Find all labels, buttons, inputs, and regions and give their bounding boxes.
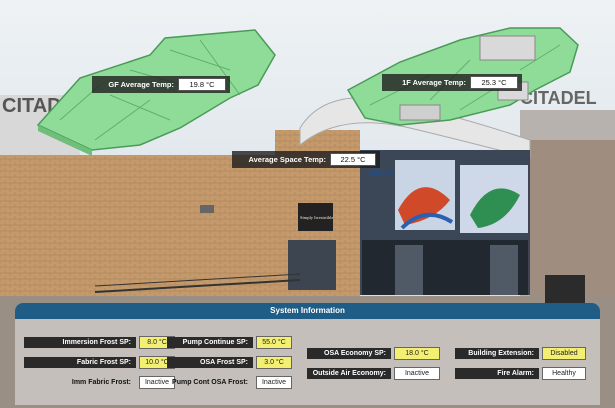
system-information-panel: System Information Immersion Frost SP: 8… <box>15 303 600 405</box>
panel-title: System Information <box>15 303 600 319</box>
pump-cont-osa-frost-value: Inactive <box>256 376 292 389</box>
1f-average-temp: 1F Average Temp: 25.3 °C <box>382 74 522 91</box>
osa-frost-sp-value[interactable]: 3.0 °C <box>256 356 292 369</box>
gf-average-temp-value: 19.8 °C <box>178 78 226 91</box>
immersion-frost-sp: Immersion Frost SP: 8.0 °C <box>24 336 175 349</box>
building-extension-value[interactable]: Disabled <box>542 347 586 360</box>
outside-air-economy-value: Inactive <box>394 367 440 380</box>
osa-frost-sp-label: OSA Frost SP: <box>167 357 253 368</box>
fire-alarm-value: Healthy <box>542 367 586 380</box>
osa-economy-sp-label: OSA Economy SP: <box>307 348 391 359</box>
1f-average-temp-value: 25.3 °C <box>470 76 518 89</box>
fire-alarm-label: Fire Alarm: <box>455 368 539 379</box>
immersion-frost-sp-label: Immersion Frost SP: <box>24 337 136 348</box>
shop-sign: Simply Irresistible <box>300 215 333 220</box>
average-space-temp-value: 22.5 °C <box>330 153 376 166</box>
pump-continue-sp: Pump Continue SP: 55.0 °C <box>167 336 292 349</box>
pump-cont-osa-frost: Pump Cont OSA Frost: Inactive <box>167 376 292 389</box>
imm-fabric-frost-label: Imm Fabric Frost: <box>71 379 131 386</box>
osa-economy-sp-value[interactable]: 18.0 °C <box>394 347 440 360</box>
pump-continue-sp-label: Pump Continue SP: <box>167 337 253 348</box>
fabric-frost-sp-label: Fabric Frost SP: <box>24 357 136 368</box>
outside-air-economy: Outside Air Economy: Inactive <box>307 367 440 380</box>
1f-average-temp-label: 1F Average Temp: <box>402 78 466 87</box>
building-extension-label: Building Extension: <box>455 348 539 359</box>
osa-economy-sp: OSA Economy SP: 18.0 °C <box>307 347 440 360</box>
gf-average-temp-label: GF Average Temp: <box>108 80 174 89</box>
outside-air-economy-label: Outside Air Economy: <box>307 368 391 379</box>
osa-frost-sp: OSA Frost SP: 3.0 °C <box>167 356 292 369</box>
average-space-temp-label: Average Space Temp: <box>248 155 326 164</box>
bms-dashboard: CITAD CITADEL Citadel Simply Irresistibl… <box>0 0 615 408</box>
building-extension: Building Extension: Disabled <box>455 347 586 360</box>
fire-alarm: Fire Alarm: Healthy <box>455 367 586 380</box>
entrance-sign: Citadel <box>368 168 393 177</box>
pump-cont-osa-frost-label: Pump Cont OSA Frost: <box>172 379 248 386</box>
average-space-temp: Average Space Temp: 22.5 °C <box>232 151 380 168</box>
pump-continue-sp-value[interactable]: 55.0 °C <box>256 336 292 349</box>
fabric-frost-sp: Fabric Frost SP: 10.0 °C <box>24 356 175 369</box>
gf-average-temp: GF Average Temp: 19.8 °C <box>92 76 230 93</box>
imm-fabric-frost: Imm Fabric Frost: Inactive <box>24 376 175 389</box>
